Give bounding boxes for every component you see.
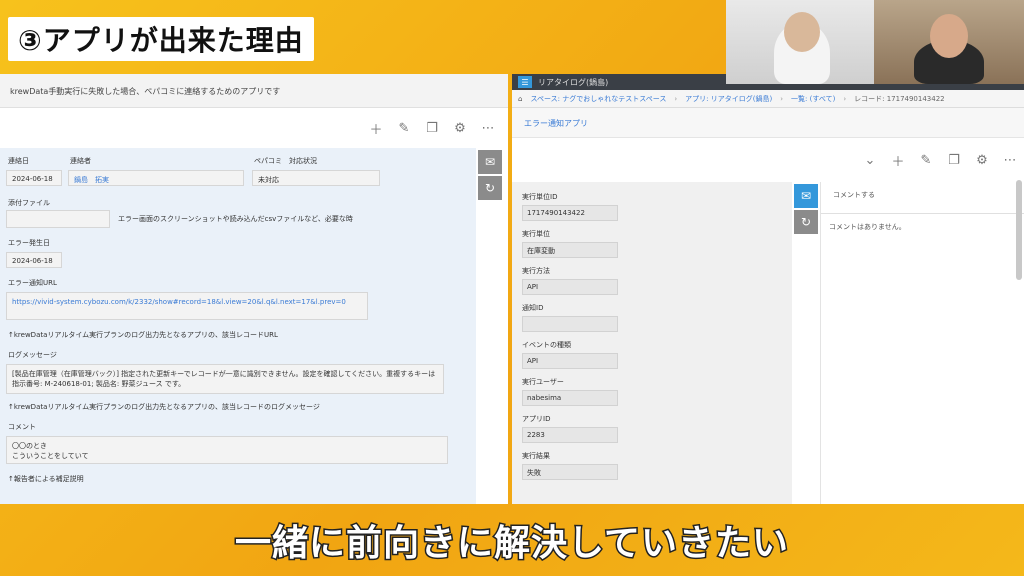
app-title: リアタイログ(鍋島) (538, 77, 609, 87)
field-app-id: アプリID 2283 (522, 414, 782, 443)
field-execution-unit-id: 実行単位ID 1717490143422 (522, 192, 782, 221)
field-label: 実行結果 (522, 452, 550, 460)
field-value[interactable]: 失敗 (522, 464, 618, 480)
menu-icon[interactable]: ☰ (518, 76, 532, 88)
record-toolbar: ＋ ✎ ❐ ⚙ ⋯ (0, 108, 508, 148)
comment-input[interactable]: コメントする (821, 182, 1024, 214)
chevron-down-icon[interactable]: ⌄ (862, 152, 878, 168)
attachment-label: 添付ファイル (8, 199, 50, 207)
slide-title: ③アプリが出来た理由 (8, 17, 314, 61)
contact-date-field[interactable]: 2024-06-18 (6, 170, 62, 186)
field-notification-id: 通知ID (522, 303, 782, 332)
breadcrumb-app[interactable]: アプリ: リアタイログ(鍋島) (685, 94, 772, 104)
error-date-field[interactable]: 2024-06-18 (6, 252, 62, 268)
history-icon[interactable]: ↻ (478, 176, 502, 200)
comment-panel: コメントする コメントはありません。 (820, 182, 1024, 504)
field-label: 実行ユーザー (522, 378, 564, 386)
contact-date-label: 連絡日 (8, 157, 29, 165)
app-description: krewData手動実行に失敗した場合、ペパコミに連絡するためのアプリです (0, 74, 508, 108)
breadcrumb-separator-icon: › (843, 94, 847, 103)
field-value[interactable]: API (522, 279, 618, 295)
error-date-label: エラー発生日 (8, 239, 50, 247)
plus-icon[interactable]: ＋ (890, 152, 906, 170)
field-value[interactable]: 在庫変動 (522, 242, 618, 258)
comment-label: コメント (8, 423, 36, 431)
contact-person-label: 連絡者 (70, 157, 91, 165)
more-icon[interactable]: ⋯ (1002, 152, 1018, 168)
title-banner: ③アプリが出来た理由 (0, 14, 328, 64)
field-execution-result: 実行結果 失敗 (522, 451, 782, 480)
field-value[interactable] (522, 316, 618, 332)
comment-line-2: こういうことをしていて (12, 452, 89, 460)
url-note: ↑krewDataリアルタイム実行プランのログ出力先となるアプリの、該当レコード… (8, 331, 278, 339)
breadcrumb: ⌂ スペース: ナグでおしゃれなテストスペース › アプリ: リアタイログ(鍋島… (512, 90, 1024, 108)
field-label: 実行単位ID (522, 193, 558, 201)
webcam-feed-2 (874, 0, 1024, 84)
pencil-icon[interactable]: ✎ (396, 120, 412, 136)
caption-bar: 一緒に前向きに解決していきたい (0, 504, 1024, 576)
comment-icon[interactable]: ✉ (794, 184, 818, 208)
record-detail-form: 実行単位ID 1717490143422 実行単位 在庫変動 実行方法 API … (512, 182, 792, 504)
record-form: 連絡日 2024-06-18 連絡者 鍋島 拓実 ペパコミ 対応状況 未対応 添… (0, 148, 476, 504)
plus-icon[interactable]: ＋ (368, 120, 384, 138)
field-execution-method: 実行方法 API (522, 266, 782, 295)
gear-icon[interactable]: ⚙ (452, 120, 468, 136)
breadcrumb-record: レコード: 1717490143422 (854, 94, 945, 103)
person-head (784, 12, 820, 52)
copy-icon[interactable]: ❐ (424, 120, 440, 136)
field-value[interactable]: 1717490143422 (522, 205, 618, 221)
person-head (930, 14, 968, 58)
attachment-field[interactable] (6, 210, 110, 228)
field-label: 実行方法 (522, 267, 550, 275)
status-field[interactable]: 未対応 (252, 170, 380, 186)
field-label: 通知ID (522, 304, 544, 312)
caption-text: 一緒に前向きに解決していきたい (234, 522, 790, 566)
breadcrumb-space[interactable]: スペース: ナグでおしゃれなテストスペース (530, 94, 666, 104)
field-value[interactable]: API (522, 353, 618, 369)
right-app-window: ☰ リアタイログ(鍋島) ⌂ スペース: ナグでおしゃれなテストスペース › ア… (512, 74, 1024, 504)
record-toolbar: ⌄ ＋ ✎ ❐ ⚙ ⋯ (512, 138, 1024, 182)
field-event-type: イベントの種類 API (522, 340, 782, 369)
error-url-link[interactable]: https://vivid-system.cybozu.com/k/2332/s… (6, 292, 368, 320)
breadcrumb-separator-icon: › (780, 94, 784, 103)
status-label: ペパコミ 対応状況 (254, 157, 317, 165)
comment-line-1: 〇〇のとき (12, 442, 47, 450)
field-execution-unit: 実行単位 在庫変動 (522, 229, 782, 258)
attachment-note: エラー画面のスクリーンショットや読み込んだcsvファイルなど、必要な時 (118, 215, 353, 223)
field-execution-user: 実行ユーザー nabesima (522, 377, 782, 406)
log-message-label: ログメッセージ (8, 351, 57, 359)
error-url-label: エラー通知URL (8, 279, 57, 287)
webcam-feed-1 (726, 0, 874, 84)
gear-icon[interactable]: ⚙ (974, 152, 990, 168)
history-icon[interactable]: ↻ (794, 210, 818, 234)
more-icon[interactable]: ⋯ (480, 120, 496, 136)
log-note: ↑krewDataリアルタイム実行プランのログ出力先となるアプリの、該当レコード… (8, 403, 320, 411)
field-label: イベントの種類 (522, 341, 571, 349)
field-value[interactable]: nabesima (522, 390, 618, 406)
right-side-tabs: ✉ ↻ (794, 184, 818, 236)
webcam-overlay (726, 0, 1024, 84)
breadcrumb-separator-icon: › (674, 94, 678, 103)
scrollbar[interactable] (1016, 180, 1022, 280)
comment-field[interactable]: 〇〇のとき こういうことをしていて (6, 436, 448, 464)
no-comments-text: コメントはありません。 (829, 223, 906, 231)
field-label: 実行単位 (522, 230, 550, 238)
pencil-icon[interactable]: ✎ (918, 152, 934, 168)
left-app-window: krewData手動実行に失敗した場合、ペパコミに連絡するためのアプリです ＋ … (0, 74, 508, 504)
left-side-tabs: ✉ ↻ (478, 150, 502, 202)
copy-icon[interactable]: ❐ (946, 152, 962, 168)
contact-person-field[interactable]: 鍋島 拓実 (68, 170, 244, 186)
field-value[interactable]: 2283 (522, 427, 618, 443)
reporter-note: ↑報告者による補足説明 (8, 475, 84, 483)
record-title: エラー通知アプリ (512, 108, 1024, 138)
field-label: アプリID (522, 415, 551, 423)
comment-icon[interactable]: ✉ (478, 150, 502, 174)
breadcrumb-list[interactable]: 一覧: (すべて) (791, 94, 835, 104)
home-icon[interactable]: ⌂ (518, 95, 522, 103)
log-message-field[interactable]: [製品在庫管理（在庫管理バック）] 指定された更新キーでレコードが一意に識別でき… (6, 364, 444, 394)
